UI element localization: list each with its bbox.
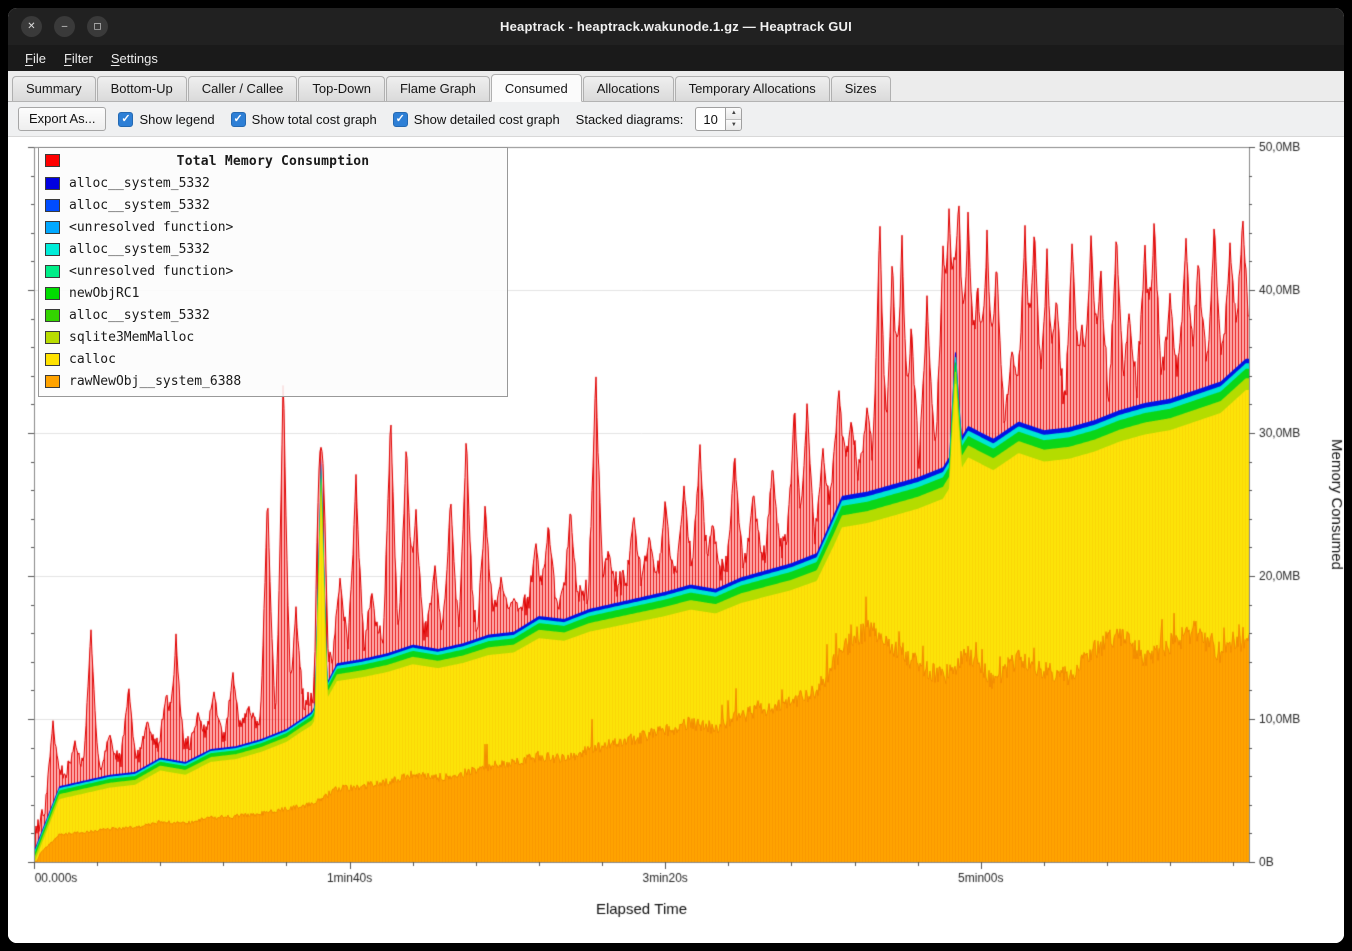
- tab-temporary-allocations[interactable]: Temporary Allocations: [675, 76, 830, 101]
- legend-label: alloc__system_5332: [69, 198, 210, 213]
- legend-title-row: Total Memory Consumption: [39, 150, 507, 172]
- app-window: ✕ – ◻ Heaptrack - heaptrack.wakunode.1.g…: [8, 8, 1344, 943]
- legend-swatch-icon: [45, 309, 60, 322]
- checkbox-label: Show legend: [139, 112, 214, 127]
- checkbox-check-icon: ✓: [393, 112, 408, 127]
- checkbox-label: Show detailed cost graph: [414, 112, 560, 127]
- window-controls: ✕ – ◻: [21, 16, 108, 37]
- legend-row: newObjRC1: [39, 282, 507, 304]
- legend-row: alloc__system_5332: [39, 238, 507, 260]
- spinner-arrows: ▲ ▼: [725, 107, 742, 131]
- legend-swatch-icon: [45, 221, 60, 234]
- spinner-down-icon[interactable]: ▼: [726, 119, 741, 131]
- legend-label: calloc: [69, 352, 116, 367]
- menubar: FileFilterSettings: [8, 45, 1344, 71]
- tab-sizes[interactable]: Sizes: [831, 76, 891, 101]
- chart-legend[interactable]: Total Memory Consumption alloc__system_53…: [38, 147, 508, 397]
- legend-row: alloc__system_5332: [39, 172, 507, 194]
- checkbox-check-icon: ✓: [118, 112, 133, 127]
- window-title: Heaptrack - heaptrack.wakunode.1.gz — He…: [500, 19, 852, 34]
- legend-swatch-icon: [45, 353, 60, 366]
- checkbox-check-icon: ✓: [231, 112, 246, 127]
- legend-swatch-icon: [45, 287, 60, 300]
- legend-label: Total Memory Consumption: [177, 154, 370, 169]
- stacked-diagrams-spinner[interactable]: 10 ▲ ▼: [695, 107, 742, 131]
- close-icon[interactable]: ✕: [21, 16, 42, 37]
- checkbox-show-total-cost-graph[interactable]: ✓ Show total cost graph: [231, 112, 377, 127]
- legend-swatch-icon: [45, 265, 60, 278]
- stacked-diagrams-label: Stacked diagrams:: [576, 112, 684, 127]
- tab-allocations[interactable]: Allocations: [583, 76, 674, 101]
- menu-settings[interactable]: Settings: [102, 48, 167, 69]
- checkbox-show-legend[interactable]: ✓ Show legend: [118, 112, 214, 127]
- legend-row: calloc: [39, 348, 507, 370]
- minimize-icon[interactable]: –: [54, 16, 75, 37]
- checkbox-label: Show total cost graph: [252, 112, 377, 127]
- tab-caller-callee[interactable]: Caller / Callee: [188, 76, 298, 101]
- legend-row: sqlite3MemMalloc: [39, 326, 507, 348]
- legend-swatch-icon: [45, 177, 60, 190]
- tab-summary[interactable]: Summary: [12, 76, 96, 101]
- stacked-diagrams-value[interactable]: 10: [695, 107, 725, 131]
- legend-swatch-icon: [45, 375, 60, 388]
- legend-swatch-icon: [45, 243, 60, 256]
- spinner-up-icon[interactable]: ▲: [726, 108, 741, 119]
- legend-label: rawNewObj__system_6388: [69, 374, 241, 389]
- checkbox-group: ✓ Show legend ✓ Show total cost graph ✓ Show …: [118, 112, 559, 127]
- menu-filter[interactable]: Filter: [55, 48, 102, 69]
- legend-label: newObjRC1: [69, 286, 139, 301]
- checkbox-show-detailed-cost-graph[interactable]: ✓ Show detailed cost graph: [393, 112, 560, 127]
- toolbar: Export As... ✓ Show legend ✓ Show total cos…: [8, 102, 1344, 137]
- tab-top-down[interactable]: Top-Down: [298, 76, 385, 101]
- legend-row: alloc__system_5332: [39, 304, 507, 326]
- tab-flame-graph[interactable]: Flame Graph: [386, 76, 490, 101]
- tab-consumed[interactable]: Consumed: [491, 74, 582, 102]
- legend-label: <unresolved function>: [69, 264, 233, 279]
- tabbar: SummaryBottom-UpCaller / CalleeTop-DownF…: [8, 71, 1344, 102]
- legend-label: alloc__system_5332: [69, 176, 210, 191]
- legend-row: <unresolved function>: [39, 216, 507, 238]
- legend-swatch-icon: [45, 154, 60, 167]
- legend-swatch-icon: [45, 331, 60, 344]
- tab-bottom-up[interactable]: Bottom-Up: [97, 76, 187, 101]
- chart-area: Total Memory Consumption alloc__system_53…: [8, 137, 1344, 943]
- menu-file[interactable]: File: [16, 48, 55, 69]
- titlebar[interactable]: ✕ – ◻ Heaptrack - heaptrack.wakunode.1.g…: [8, 8, 1344, 45]
- export-as-button[interactable]: Export As...: [18, 107, 106, 131]
- legend-row: rawNewObj__system_6388: [39, 370, 507, 392]
- legend-label: alloc__system_5332: [69, 308, 210, 323]
- legend-label: <unresolved function>: [69, 220, 233, 235]
- maximize-icon[interactable]: ◻: [87, 16, 108, 37]
- legend-label: alloc__system_5332: [69, 242, 210, 257]
- legend-label: sqlite3MemMalloc: [69, 330, 194, 345]
- legend-row: <unresolved function>: [39, 260, 507, 282]
- legend-row: alloc__system_5332: [39, 194, 507, 216]
- legend-swatch-icon: [45, 199, 60, 212]
